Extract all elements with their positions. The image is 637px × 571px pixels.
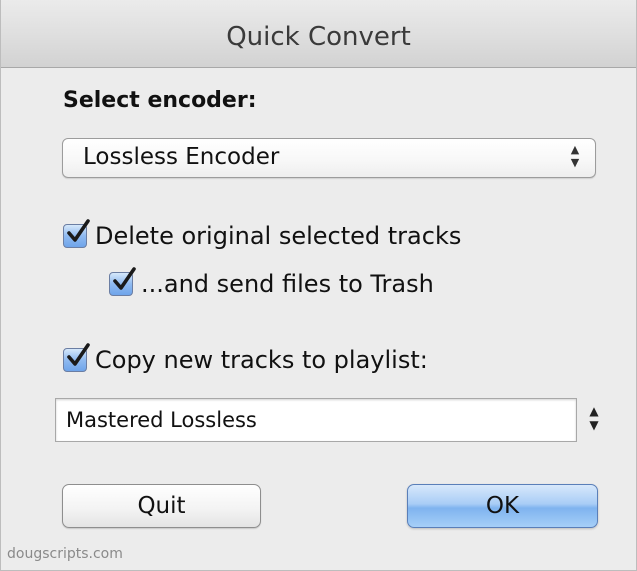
delete-original-checkbox-row[interactable]: Delete original selected tracks bbox=[63, 219, 462, 250]
window-title: Quick Convert bbox=[226, 22, 411, 52]
copy-to-playlist-checkbox-row[interactable]: Copy new tracks to playlist: bbox=[63, 343, 428, 374]
quit-button[interactable]: Quit bbox=[62, 484, 261, 528]
checkmark-icon bbox=[113, 267, 136, 290]
playlist-name-input[interactable] bbox=[56, 399, 576, 441]
send-to-trash-checkbox[interactable] bbox=[109, 267, 136, 296]
updown-arrows-icon: ▲ ▼ bbox=[570, 143, 580, 169]
dougscripts-credit: dougscripts.com bbox=[7, 546, 123, 562]
delete-original-checkbox[interactable] bbox=[63, 219, 90, 248]
checkmark-icon bbox=[67, 219, 90, 242]
checkmark-icon bbox=[67, 343, 90, 366]
encoder-selected-value: Lossless Encoder bbox=[83, 144, 280, 170]
encoder-popup-button[interactable]: Lossless Encoder ▲ ▼ bbox=[62, 138, 596, 178]
copy-to-playlist-label: Copy new tracks to playlist: bbox=[95, 346, 428, 374]
send-to-trash-checkbox-row[interactable]: ...and send files to Trash bbox=[109, 267, 434, 298]
send-to-trash-label: ...and send files to Trash bbox=[141, 270, 434, 298]
ok-button[interactable]: OK bbox=[407, 484, 598, 528]
copy-to-playlist-checkbox[interactable] bbox=[63, 343, 90, 372]
updown-arrows-icon[interactable]: ▲ ▼ bbox=[587, 404, 601, 436]
delete-original-label: Delete original selected tracks bbox=[95, 222, 462, 250]
quick-convert-dialog: Quick Convert Select encoder: Lossless E… bbox=[0, 0, 637, 571]
title-bar[interactable]: Quick Convert bbox=[1, 0, 636, 68]
select-encoder-label: Select encoder: bbox=[63, 88, 257, 113]
playlist-combo-box[interactable] bbox=[55, 398, 577, 442]
